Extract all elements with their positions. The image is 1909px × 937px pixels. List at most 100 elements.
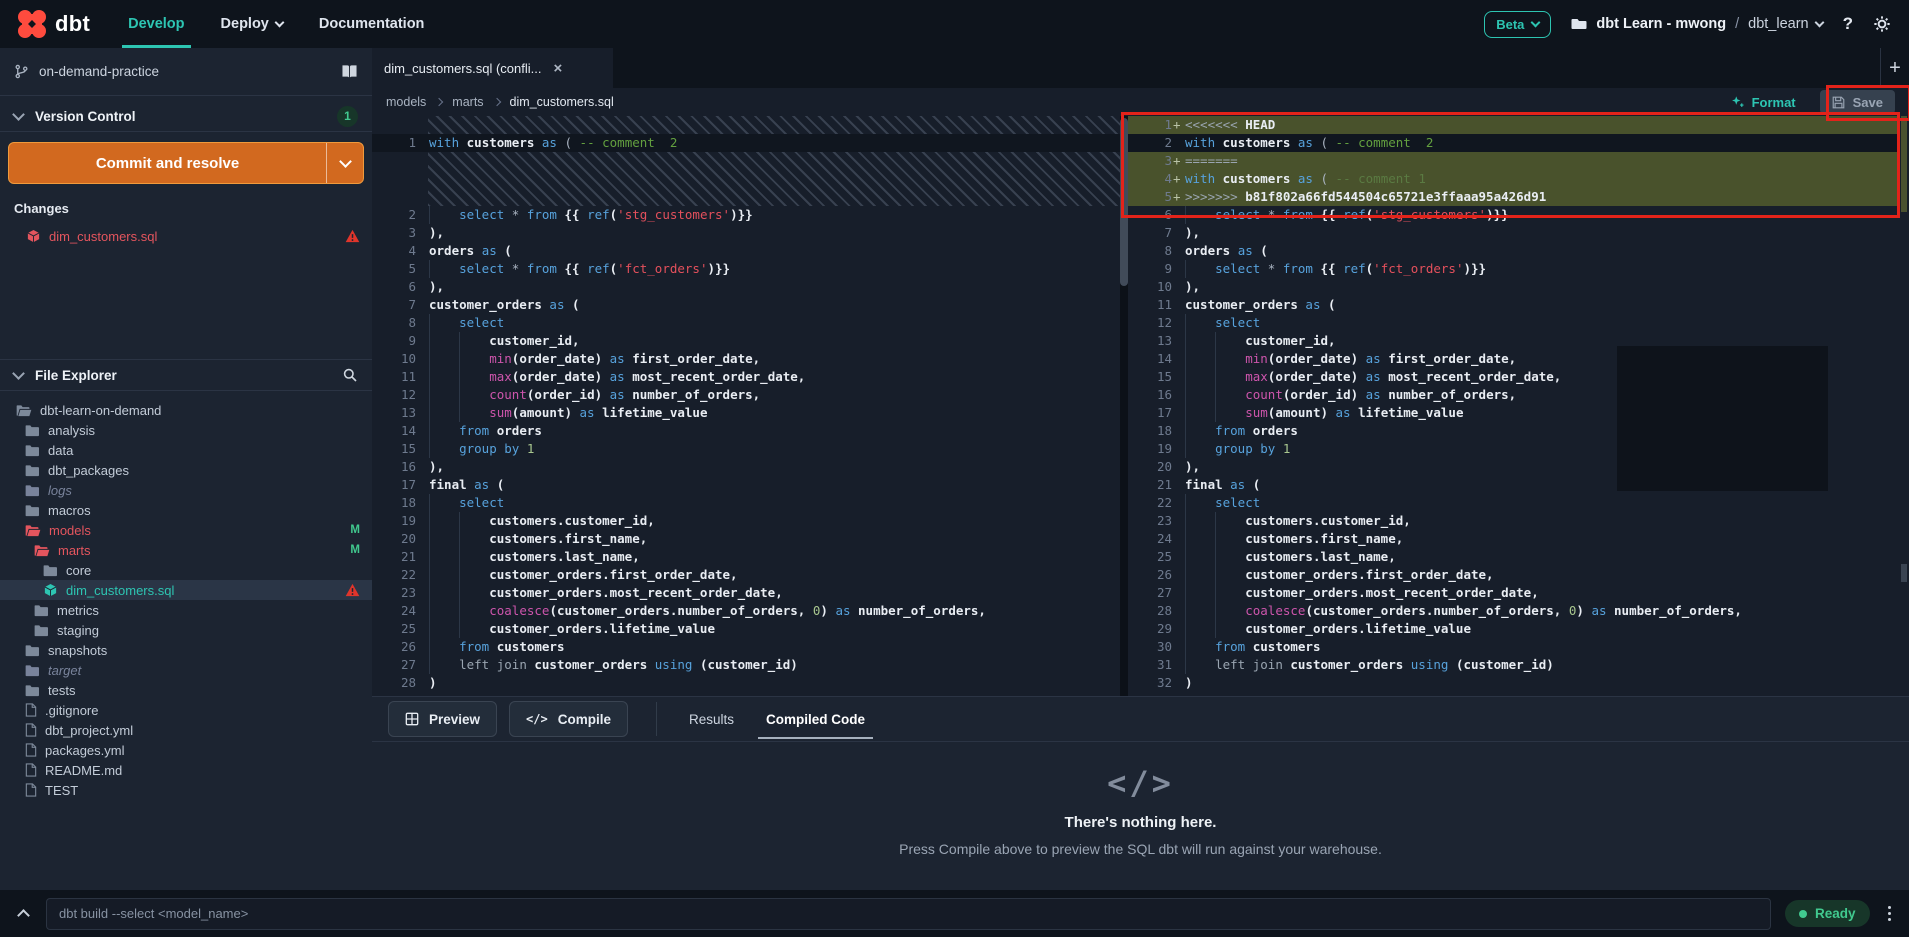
tree-item-staging[interactable]: staging (0, 620, 372, 640)
changed-file-row[interactable]: dim_customers.sql (0, 225, 372, 247)
format-button[interactable]: Format (1731, 95, 1796, 110)
code-line[interactable]: 29 customer_orders.lifetime_value (1128, 620, 1899, 638)
code-line[interactable]: 10 min(order_date) as first_order_date, (372, 350, 1120, 368)
new-tab-button[interactable]: + (1880, 48, 1909, 88)
tree-item-readme-md[interactable]: README.md (0, 760, 372, 780)
code-line[interactable]: 16), (372, 458, 1120, 476)
tree-item-data[interactable]: data (0, 440, 372, 460)
diff-sash[interactable] (1120, 116, 1128, 696)
code-line[interactable]: 6), (372, 278, 1120, 296)
code-line[interactable]: 32) (1128, 674, 1899, 692)
code-line[interactable]: 15 max(order_date) as most_recent_order_… (1128, 368, 1899, 386)
help-icon[interactable]: ? (1843, 14, 1853, 34)
code-line[interactable]: 21 customers.last_name, (372, 548, 1120, 566)
code-line[interactable]: 22 customer_orders.first_order_date, (372, 566, 1120, 584)
diff-pane-source[interactable]: 1+<<<<<<< HEAD2with customers as ( -- co… (1128, 116, 1899, 696)
code-line[interactable]: 2 select * from {{ ref('stg_customers')}… (372, 206, 1120, 224)
code-line[interactable]: 4orders as ( (372, 242, 1120, 260)
code-line[interactable]: 8 select (372, 314, 1120, 332)
code-line[interactable]: 15 group by 1 (372, 440, 1120, 458)
code-line[interactable]: 22 select (1128, 494, 1899, 512)
tree-item-marts[interactable]: martsM (0, 540, 372, 560)
status-badge[interactable]: Ready (1785, 900, 1870, 927)
tab-compiled-code[interactable]: Compiled Code (766, 697, 865, 741)
crumb-models[interactable]: models (386, 95, 426, 109)
code-line[interactable]: 7customer_orders as ( (372, 296, 1120, 314)
preview-button[interactable]: Preview (388, 701, 497, 737)
project-switcher[interactable]: dbt Learn - mwong / dbt_learn (1571, 16, 1822, 32)
close-icon[interactable]: × (554, 60, 563, 77)
code-line[interactable]: 25 customer_orders.lifetime_value (372, 620, 1120, 638)
code-line[interactable]: 11customer_orders as ( (1128, 296, 1899, 314)
code-line[interactable]: 24 customers.first_name, (1128, 530, 1899, 548)
code-line[interactable]: 23 customers.customer_id, (1128, 512, 1899, 530)
code-line[interactable]: 9 customer_id, (372, 332, 1120, 350)
tree-item-dbt-project-yml[interactable]: dbt_project.yml (0, 720, 372, 740)
nav-deploy[interactable]: Deploy (221, 0, 283, 48)
code-line[interactable]: 27 customer_orders.most_recent_order_dat… (1128, 584, 1899, 602)
code-line[interactable]: 23 customer_orders.most_recent_order_dat… (372, 584, 1120, 602)
tree-item-logs[interactable]: logs (0, 480, 372, 500)
code-line[interactable]: 9 select * from {{ ref('fct_orders')}} (1128, 260, 1899, 278)
code-line[interactable]: 3+======= (1128, 152, 1899, 170)
code-line[interactable]: 8orders as ( (1128, 242, 1899, 260)
beta-toggle[interactable]: Beta (1484, 11, 1551, 38)
tree-item-macros[interactable]: macros (0, 500, 372, 520)
code-line[interactable]: 5+>>>>>>> b81f802a66fd544504c65721e3ffaa… (1128, 188, 1899, 206)
tree-item-snapshots[interactable]: snapshots (0, 640, 372, 660)
environment-selector[interactable]: dbt_learn (1748, 16, 1822, 32)
code-line[interactable]: 13 customer_id, (1128, 332, 1899, 350)
commit-options-caret[interactable] (326, 143, 363, 183)
code-line[interactable]: 25 customers.last_name, (1128, 548, 1899, 566)
gear-icon[interactable] (1873, 15, 1891, 33)
code-line[interactable]: 17 sum(amount) as lifetime_value (1128, 404, 1899, 422)
search-icon[interactable] (342, 367, 358, 383)
tree-item-metrics[interactable]: metrics (0, 600, 372, 620)
code-line[interactable]: 3), (372, 224, 1120, 242)
code-line[interactable]: 26 from customers (372, 638, 1120, 656)
tree-item-analysis[interactable]: analysis (0, 420, 372, 440)
code-line[interactable]: 13 sum(amount) as lifetime_value (372, 404, 1120, 422)
tree-item-packages-yml[interactable]: packages.yml (0, 740, 372, 760)
code-line[interactable]: 31 left join customer_orders using (cust… (1128, 656, 1899, 674)
code-line[interactable]: 19 customers.customer_id, (372, 512, 1120, 530)
tab-results[interactable]: Results (689, 697, 734, 741)
scrollbar-thumb[interactable] (1901, 564, 1907, 582)
code-line[interactable]: 17final as ( (372, 476, 1120, 494)
docs-book-icon[interactable] (341, 64, 358, 79)
code-line[interactable]: 27 left join customer_orders using (cust… (372, 656, 1120, 674)
code-line[interactable]: 6 select * from {{ ref('stg_customers')}… (1128, 206, 1899, 224)
git-branch-row[interactable]: on-demand-practice (0, 48, 372, 96)
tree-item-dbt-packages[interactable]: dbt_packages (0, 460, 372, 480)
code-line[interactable]: 28) (372, 674, 1120, 692)
code-line[interactable]: 16 count(order_id) as number_of_orders, (1128, 386, 1899, 404)
tab-dim-customers[interactable]: dim_customers.sql (confli... × (372, 48, 613, 88)
code-line[interactable]: 5 select * from {{ ref('fct_orders')}} (372, 260, 1120, 278)
tree-item-dbt-learn-on-demand[interactable]: dbt-learn-on-demand (0, 400, 372, 420)
code-line[interactable]: 4+with customers as ( -- comment 1 (1128, 170, 1899, 188)
overflow-menu-icon[interactable] (1884, 902, 1896, 926)
code-line[interactable]: 18 from orders (1128, 422, 1899, 440)
diff-pane-result[interactable]: 1with customers as ( -- comment 2 2 selec… (372, 116, 1120, 696)
code-line[interactable]: 1with customers as ( -- comment 2 (372, 134, 1120, 152)
code-line[interactable]: 12 select (1128, 314, 1899, 332)
code-line[interactable]: 28 coalesce(customer_orders.number_of_or… (1128, 602, 1899, 620)
code-line[interactable]: 26 customer_orders.first_order_date, (1128, 566, 1899, 584)
code-line[interactable]: 14 min(order_date) as first_order_date, (1128, 350, 1899, 368)
code-line[interactable]: 20 customers.first_name, (372, 530, 1120, 548)
command-input[interactable] (46, 898, 1771, 930)
scrollbar-thumb[interactable] (1120, 118, 1128, 286)
code-line[interactable]: 14 from orders (372, 422, 1120, 440)
expand-panel-icon[interactable] (14, 907, 32, 920)
code-line[interactable]: 24 coalesce(customer_orders.number_of_or… (372, 602, 1120, 620)
tree-item-tests[interactable]: tests (0, 680, 372, 700)
code-line[interactable]: 11 max(order_date) as most_recent_order_… (372, 368, 1120, 386)
code-line[interactable]: 10), (1128, 278, 1899, 296)
code-line[interactable]: 12 count(order_id) as number_of_orders, (372, 386, 1120, 404)
tree-item-core[interactable]: core (0, 560, 372, 580)
code-line[interactable]: 1+<<<<<<< HEAD (1128, 116, 1899, 134)
commit-and-resolve-button[interactable]: Commit and resolve (8, 142, 364, 184)
version-control-header[interactable]: Version Control 1 (0, 101, 372, 132)
code-line[interactable]: 18 select (372, 494, 1120, 512)
crumb-marts[interactable]: marts (452, 95, 483, 109)
